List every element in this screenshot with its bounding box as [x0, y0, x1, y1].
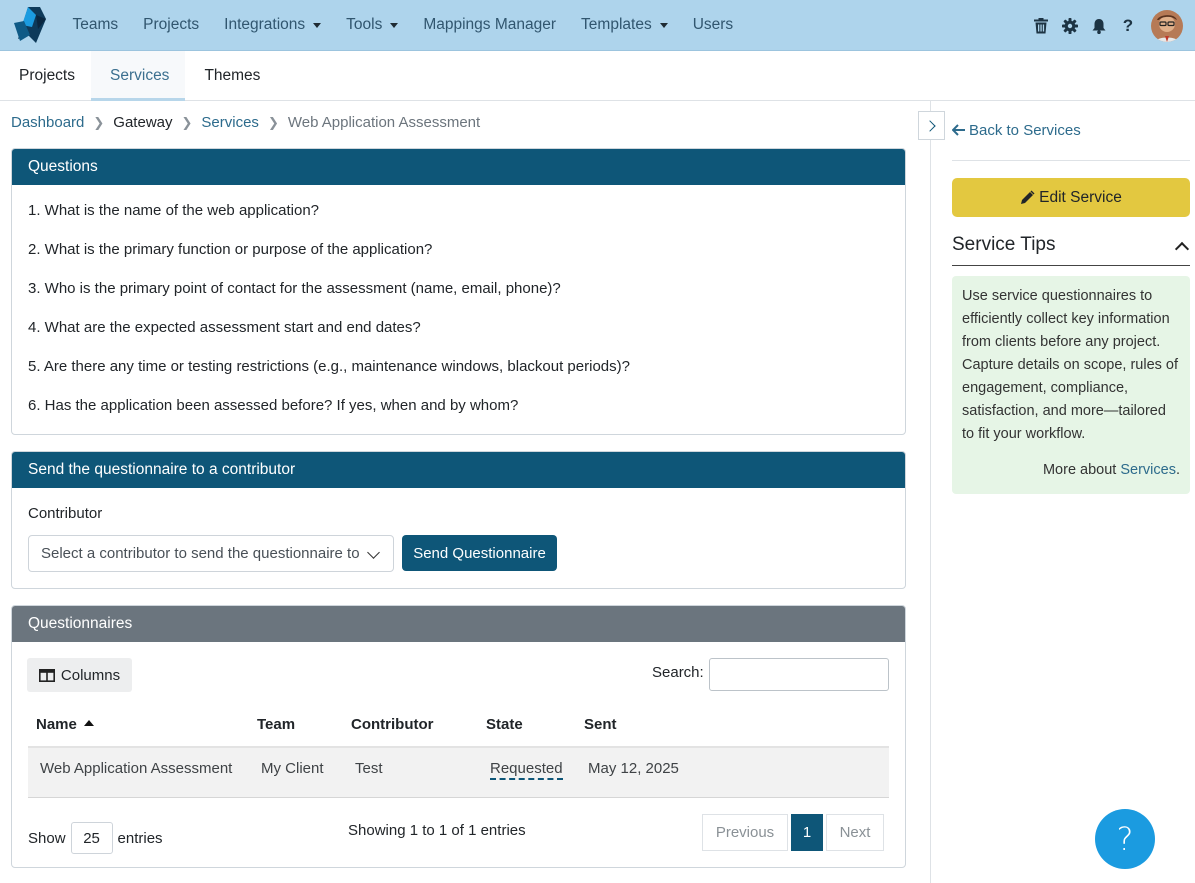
table-row[interactable]: Web Application Assessment My Client Tes… [28, 746, 889, 798]
chevron-down-icon [367, 546, 380, 559]
nav-tools[interactable]: Tools [346, 16, 399, 34]
contributor-select[interactable]: Select a contributor to send the questio… [28, 535, 394, 572]
service-tips-text: Use service questionnaires to efficientl… [962, 288, 1179, 442]
nav-label: Integrations [224, 16, 306, 33]
question-item: 1. What is the name of the web applicati… [28, 202, 320, 219]
breadcrumb-gateway: Gateway [113, 114, 173, 131]
columns-button-label: Columns [60, 666, 121, 684]
top-navbar: Teams Projects Integrations Tools Mappings M… [0, 0, 1195, 51]
nav-projects[interactable]: Projects [143, 16, 199, 34]
columns-icon [38, 668, 55, 682]
question-item: 6. Has the application been assessed bef… [28, 397, 519, 414]
chevron-right-icon: ❯ [181, 114, 193, 130]
avatar[interactable] [1151, 9, 1183, 42]
help-icon[interactable]: ? [1119, 16, 1137, 35]
column-header-state[interactable]: State [486, 716, 523, 733]
chevron-up-icon[interactable] [1174, 241, 1190, 257]
entries-label: entries [117, 829, 163, 847]
previous-page-button[interactable]: Previous [702, 814, 788, 851]
breadcrumb: Dashboard ❯ Gateway ❯ Services ❯ Web App… [11, 114, 480, 131]
nav-label: Templates [581, 16, 652, 33]
table-info: Showing 1 to 1 of 1 entries [348, 822, 526, 839]
show-label: Show [28, 829, 66, 847]
nav-label: Users [692, 16, 734, 33]
send-questionnaire-card: Send the questionnaire to a contributor … [11, 451, 906, 589]
collapse-sidebar-button[interactable] [918, 111, 945, 140]
chevron-right-icon [924, 119, 936, 132]
breadcrumb-services[interactable]: Services [201, 114, 259, 131]
back-to-services-link[interactable]: Back to Services [951, 122, 1081, 139]
page-length: Show 25 entries [28, 822, 163, 854]
divider [952, 265, 1190, 266]
search-input[interactable] [709, 658, 889, 691]
nav-integrations[interactable]: Integrations [224, 16, 322, 34]
sidebar-divider [930, 101, 931, 883]
column-header-sent[interactable]: Sent [584, 716, 617, 733]
trash-icon[interactable] [1032, 17, 1050, 35]
sort-up-icon [83, 720, 94, 726]
cell-team: My Client [261, 760, 324, 777]
send-questionnaire-button[interactable]: Send Questionnaire [402, 535, 557, 571]
page-1-button[interactable]: 1 [791, 814, 823, 851]
cell-name[interactable]: Web Application Assessment [40, 760, 232, 777]
caret-down-icon [390, 22, 399, 28]
divider [952, 160, 1190, 161]
nav-label: Tools [346, 16, 383, 33]
next-page-button[interactable]: Next [826, 814, 884, 851]
help-chat-button[interactable]: ? [1095, 809, 1155, 869]
tab-projects[interactable]: Projects [0, 51, 91, 101]
column-header-team[interactable]: Team [257, 716, 295, 733]
chevron-right-icon: ❯ [267, 114, 279, 130]
edit-service-button[interactable]: Edit Service [952, 178, 1190, 217]
questions-card: Questions 1. What is the name of the web… [11, 148, 906, 435]
caret-down-icon [313, 22, 322, 28]
contributor-select-placeholder: Select a contributor to send the questio… [41, 545, 360, 562]
app-logo-icon[interactable] [10, 5, 48, 45]
columns-button[interactable]: Columns [27, 658, 132, 692]
nav-users[interactable]: Users [693, 16, 733, 34]
sub-navbar: Projects Services Themes [0, 51, 1195, 101]
chevron-right-icon: ❯ [93, 114, 105, 130]
nav-mappings-manager[interactable]: Mappings Manager [423, 16, 556, 34]
bell-icon[interactable] [1090, 17, 1108, 35]
cell-contributor: Test [355, 760, 383, 777]
page-length-select[interactable]: 25 [70, 822, 113, 854]
breadcrumb-current: Web Application Assessment [287, 114, 481, 131]
arrow-left-icon [951, 124, 965, 136]
pencil-icon [1021, 190, 1035, 204]
nav-label: Projects [143, 16, 200, 33]
service-tips-box: Use service questionnaires to efficientl… [952, 276, 1190, 494]
question-item: 3. Who is the primary point of contact f… [28, 280, 561, 297]
nav-templates[interactable]: Templates [581, 16, 668, 34]
cell-state[interactable]: Requested [490, 760, 563, 780]
breadcrumb-dashboard[interactable]: Dashboard [11, 114, 84, 131]
questionnaires-card: Questionnaires Columns Search: Name Team… [11, 605, 906, 868]
question-icon: ? [1116, 820, 1134, 858]
tab-themes[interactable]: Themes [185, 51, 276, 101]
caret-down-icon [659, 22, 668, 28]
column-header-name[interactable]: Name [36, 716, 94, 733]
search-label: Search: [652, 664, 704, 681]
column-header-contributor[interactable]: Contributor [351, 716, 433, 733]
nav-teams[interactable]: Teams [73, 16, 119, 34]
service-tips-title: Service Tips [952, 234, 1056, 255]
gear-icon[interactable] [1061, 17, 1079, 35]
question-item: 2. What is the primary function or purpo… [28, 241, 433, 258]
nav-label: Mappings Manager [423, 16, 557, 33]
more-about-services: More about Services. [1042, 462, 1180, 478]
tab-services[interactable]: Services [91, 51, 186, 101]
question-item: 5. Are there any time or testing restric… [28, 358, 630, 375]
questionnaires-title: Questionnaires [12, 606, 905, 642]
services-link[interactable]: Services [1120, 462, 1176, 478]
questions-title: Questions [12, 149, 905, 185]
contributor-label: Contributor [28, 505, 103, 522]
send-card-title: Send the questionnaire to a contributor [12, 452, 905, 488]
cell-sent: May 12, 2025 [588, 760, 679, 777]
nav-label: Teams [72, 16, 119, 33]
question-item: 4. What are the expected assessment star… [28, 319, 421, 336]
